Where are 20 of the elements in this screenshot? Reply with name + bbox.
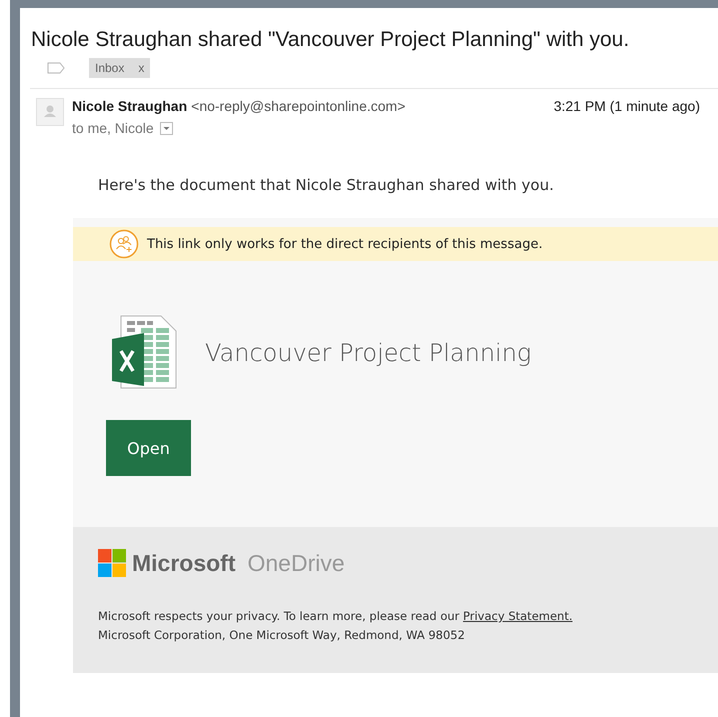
message-time: 3:21 PM (1 minute ago) — [554, 98, 700, 114]
sender-email: <no-reply@sharepointonline.com> — [191, 98, 406, 114]
privacy-link[interactable]: Privacy Statement. — [463, 609, 572, 623]
avatar-icon — [36, 98, 64, 126]
product-name: OneDrive — [248, 550, 345, 576]
privacy-text: Microsoft respects your privacy. To learn more, please read our Privacy Statement. — [98, 608, 574, 625]
notice-text: This link only works for the direct recipients of this message. — [147, 236, 543, 252]
people-icon — [109, 229, 139, 259]
company-address: Microsoft Corporation, One Microsoft Way, Redmond, WA 98052 — [98, 627, 466, 644]
brand-name: Microsoft — [132, 550, 236, 576]
open-button[interactable]: Open — [106, 420, 191, 476]
document-title: Vancouver Project Planning — [205, 338, 532, 366]
email-subject: Nicole Straughan shared "Vancouver Project Planning" with you. — [31, 28, 630, 52]
dropdown-icon[interactable] — [160, 122, 173, 134]
windows-logo-icon — [98, 549, 126, 577]
spreadsheet-icon — [111, 315, 177, 390]
sender-name: Nicole Straughan — [72, 98, 188, 114]
inbox-label[interactable]: Inbox x — [89, 58, 150, 78]
intro-text: Here's the document that Nicole Straughan shared with you. — [98, 176, 555, 194]
recipients-text: to me, Nicole — [72, 120, 154, 136]
